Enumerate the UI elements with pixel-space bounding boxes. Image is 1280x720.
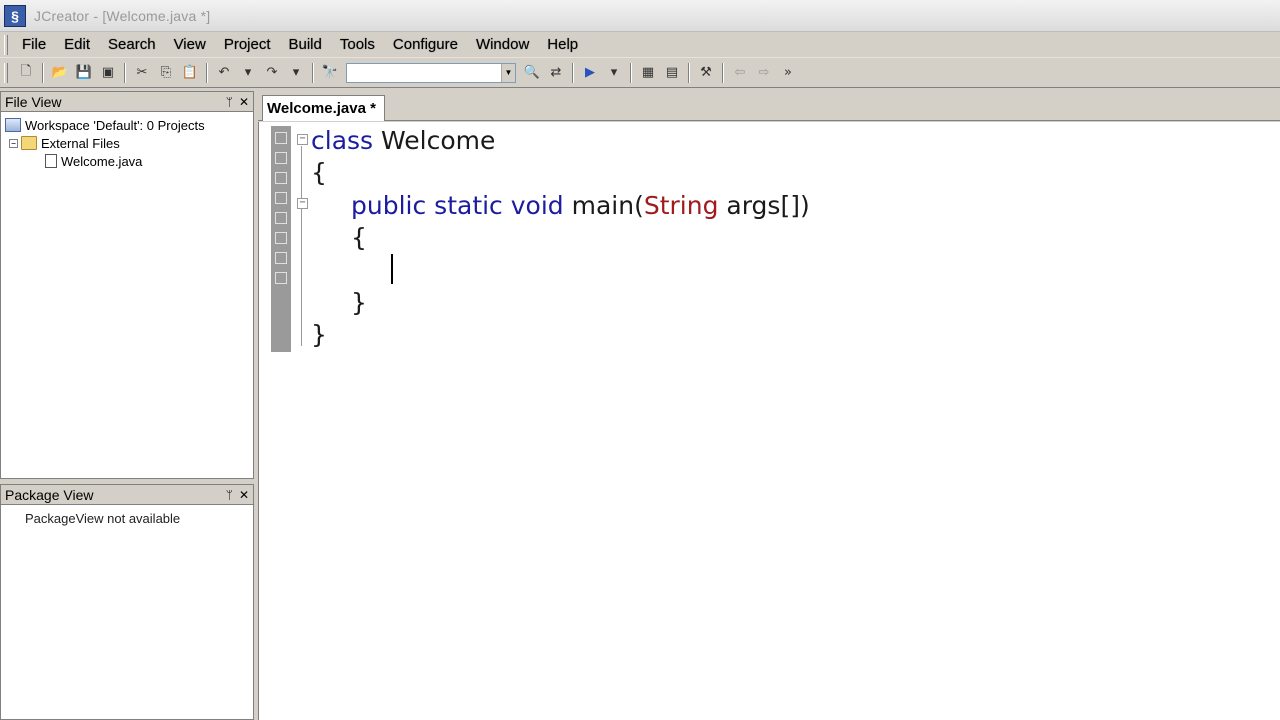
editor-tabstrip: Welcome.java * [258, 91, 1280, 121]
close-icon[interactable]: ✕ [239, 95, 249, 109]
toolbar-separator [42, 62, 44, 83]
toolbar-grip[interactable] [4, 62, 8, 83]
folder-icon [21, 136, 37, 150]
tree-item-external-files[interactable]: − External Files [9, 134, 120, 152]
type-string: String [643, 191, 719, 220]
file-view-panel: File View ᛘ ✕ Workspace 'Default': 0 Pro… [0, 91, 254, 479]
pin-icon[interactable]: ᛘ [226, 488, 233, 502]
menu-bar: File Edit Search View Project Build Tool… [0, 32, 1280, 58]
collapse-icon[interactable]: − [9, 138, 18, 148]
replace-icon[interactable]: ⇄ [545, 62, 567, 84]
toolbar-separator [206, 62, 208, 83]
toolbar-separator [688, 62, 690, 83]
menu-view[interactable]: View [166, 34, 216, 55]
menu-build[interactable]: Build [281, 34, 332, 55]
new-file-icon[interactable]: 🗋 [15, 62, 37, 84]
text-caret [391, 254, 393, 284]
tree-item-workspace[interactable]: Workspace 'Default': 0 Projects [5, 116, 205, 134]
code-line-6: } [351, 288, 367, 317]
file-view-title: File View [5, 93, 62, 110]
code-line-2: { [311, 158, 327, 187]
toolbar-separator [124, 62, 126, 83]
package-view-panel: Package View ᛘ ✕ PackageView not availab… [0, 484, 254, 720]
toolbar-overflow-icon[interactable]: » [777, 62, 799, 84]
method-signature: main( [563, 191, 644, 220]
editor-gutter [271, 126, 291, 352]
package-view-title: Package View [5, 486, 94, 503]
java-file-icon [45, 154, 57, 168]
undo-dropdown-icon[interactable]: ▾ [237, 62, 259, 84]
menu-tools[interactable]: Tools [332, 34, 385, 55]
toolbar-separator [722, 62, 724, 83]
gutter-marker [275, 272, 287, 284]
find-in-files-icon[interactable]: 🔍 [521, 62, 543, 84]
keyword-modifiers: public static void [351, 191, 564, 220]
gutter-marker [275, 132, 287, 144]
editor-area: Welcome.java * − − class Welcome { publi… [258, 91, 1280, 720]
toolbar: 🗋 📂 💾 ▣ ✂ ⎘ 📋 ↶ ▾ ↷ ▾ 🔭 ▼ 🔍 ⇄ ▶ ▾ ▦ ▤ ⚒ … [0, 58, 1280, 88]
menu-file[interactable]: File [14, 34, 56, 55]
jcreator-app-icon[interactable]: § [4, 4, 26, 27]
forward-arrow-icon[interactable]: ⇨ [753, 62, 775, 84]
menu-project[interactable]: Project [216, 34, 281, 55]
toolbar-separator [312, 62, 314, 83]
menu-window[interactable]: Window [468, 34, 539, 55]
gutter-marker [275, 152, 287, 164]
build-project-icon[interactable]: ▤ [661, 62, 683, 84]
package-view-header: Package View ᛘ ✕ [1, 485, 253, 505]
package-view-message: PackageView not available [25, 511, 181, 526]
file-label: Welcome.java [61, 153, 143, 169]
toolbar-separator [630, 62, 632, 83]
back-arrow-icon[interactable]: ⇦ [729, 62, 751, 84]
gutter-marker [275, 192, 287, 204]
method-args: args[]) [718, 191, 810, 220]
open-folder-icon[interactable]: 📂 [49, 62, 71, 84]
code-line-4: { [351, 223, 367, 252]
cut-icon[interactable]: ✂ [131, 62, 153, 84]
combo-arrow-icon[interactable]: ▼ [501, 63, 515, 82]
workspace-label: Workspace 'Default': 0 Projects [25, 117, 205, 133]
pin-icon[interactable]: ᛘ [226, 95, 233, 109]
tab-welcome-java[interactable]: Welcome.java * [262, 95, 385, 121]
compile-file-icon[interactable]: ▦ [637, 62, 659, 84]
gutter-marker [275, 232, 287, 244]
code-editor[interactable]: − − class Welcome { public static void m… [258, 122, 1280, 720]
gutter-marker [275, 172, 287, 184]
paste-icon[interactable]: 📋 [179, 62, 201, 84]
menu-help[interactable]: Help [539, 34, 588, 55]
fold-toggle-class[interactable]: − [297, 134, 308, 145]
redo-dropdown-icon[interactable]: ▾ [285, 62, 307, 84]
title-bar: § JCreator - [Welcome.java *] [0, 0, 1280, 32]
fold-line [301, 146, 302, 346]
redo-icon[interactable]: ↷ [261, 62, 283, 84]
close-icon[interactable]: ✕ [239, 488, 249, 502]
toolbar-separator [572, 62, 574, 83]
menu-edit[interactable]: Edit [56, 34, 100, 55]
run-dropdown-icon[interactable]: ▾ [603, 62, 625, 84]
folder-label: External Files [41, 135, 120, 151]
code-line-7: } [311, 320, 327, 349]
menu-search[interactable]: Search [100, 34, 166, 55]
gutter-marker [275, 212, 287, 224]
save-icon[interactable]: 💾 [73, 62, 95, 84]
copy-icon[interactable]: ⎘ [155, 62, 177, 84]
code-line-3: public static void main(String args[]) [351, 191, 810, 220]
find-binoculars-icon[interactable]: 🔭 [319, 62, 341, 84]
class-name: Welcome [373, 126, 496, 155]
run-icon[interactable]: ▶ [579, 62, 601, 84]
menu-configure[interactable]: Configure [385, 34, 468, 55]
gutter-marker [275, 252, 287, 264]
keyword-class: class [311, 126, 374, 155]
undo-icon[interactable]: ↶ [213, 62, 235, 84]
workspace-icon [5, 118, 21, 132]
code-line-1: class Welcome [311, 126, 495, 155]
search-combo[interactable]: ▼ [346, 62, 516, 83]
tree-item-welcome-java[interactable]: Welcome.java [45, 152, 142, 170]
menubar-grip[interactable] [4, 34, 8, 55]
save-all-icon[interactable]: ▣ [97, 62, 119, 84]
window-title: JCreator - [Welcome.java *] [34, 7, 211, 24]
file-view-header: File View ᛘ ✕ [1, 92, 253, 112]
fold-toggle-method[interactable]: − [297, 198, 308, 209]
tools-wand-icon[interactable]: ⚒ [695, 62, 717, 84]
